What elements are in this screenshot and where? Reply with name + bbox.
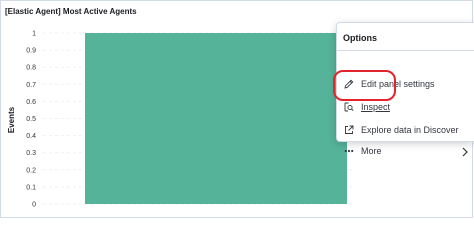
y-tick-label: 0.4: [26, 133, 36, 140]
pencil-icon: [342, 77, 356, 91]
menu-item-more[interactable]: More: [337, 141, 474, 161]
inspect-icon: [342, 100, 356, 114]
menu-item-label: Explore data in Discover: [361, 125, 459, 135]
y-tick-label: 0.1: [26, 184, 36, 191]
y-tick-label: 0.2: [26, 167, 36, 174]
menu-item-inspect[interactable]: Inspect: [337, 97, 474, 117]
menu-item-label: More: [361, 146, 382, 156]
menu-divider: [337, 50, 474, 51]
chevron-right-icon: [460, 145, 470, 157]
bar[interactable]: [85, 33, 347, 204]
menu-item-label: Inspect: [361, 102, 391, 112]
y-axis-title: Events: [7, 106, 16, 133]
y-tick-label: 0: [32, 202, 36, 209]
y-tick-label: 0.6: [26, 99, 36, 106]
y-tick-label: 1: [32, 31, 36, 38]
menu-item-edit-panel-settings[interactable]: Edit panel settings: [337, 74, 474, 94]
menu-item-explore-in-discover[interactable]: Explore data in Discover: [337, 120, 474, 140]
y-tick-label: 0.3: [26, 150, 36, 157]
y-tick-label: 0.5: [26, 116, 36, 123]
y-tick-label: 0.9: [26, 48, 36, 55]
panel-options-menu: Options Edit panel settings Inspect Expl…: [336, 22, 474, 157]
y-tick-label: 0.8: [26, 65, 36, 72]
more-dots-icon: [342, 144, 356, 158]
external-link-icon: [342, 123, 356, 137]
menu-item-label: Edit panel settings: [361, 79, 435, 89]
y-tick-label: 0.7: [26, 82, 36, 89]
menu-title: Options: [343, 33, 377, 43]
